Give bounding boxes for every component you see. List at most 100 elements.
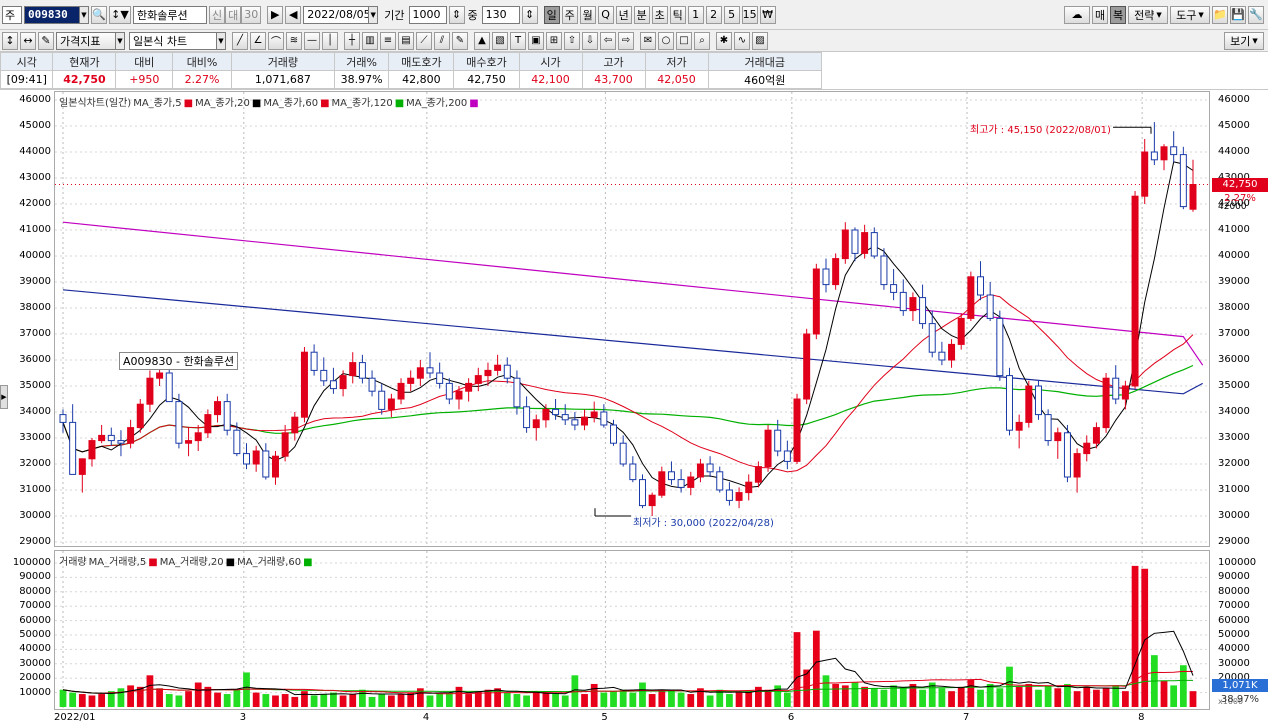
mid-spinner-icon[interactable]: ⇕ bbox=[521, 5, 538, 24]
candle-body bbox=[368, 377, 376, 392]
tools-button[interactable]: 도구 ▼ bbox=[1170, 5, 1210, 24]
volume-chart[interactable]: 거래량 MA_거래량,5 ■ MA_거래량,20 ■ MA_거래량,60 ■ bbox=[54, 550, 1210, 710]
interval-2-button[interactable]: 월 bbox=[579, 5, 596, 24]
volume-bar bbox=[320, 694, 328, 707]
save-icon[interactable]: 💾 bbox=[1230, 5, 1246, 24]
up-arrow-tool-icon[interactable]: ⇧ bbox=[564, 31, 580, 50]
circle-tool-icon[interactable]: ○ bbox=[658, 31, 674, 50]
zoom-tool-icon[interactable]: ⊞ bbox=[546, 31, 562, 50]
sort-icon[interactable]: ↕▼ bbox=[109, 5, 131, 24]
interval-8-button[interactable]: 1 bbox=[687, 5, 704, 24]
date-input[interactable]: 2022/08/05 bbox=[303, 5, 371, 24]
interval-10-button[interactable]: 5 bbox=[723, 5, 740, 24]
folder-icon[interactable]: 📁 bbox=[1212, 5, 1228, 24]
cloud-icon[interactable]: ☁ bbox=[1064, 5, 1090, 24]
grid-tool-icon[interactable]: ▥ bbox=[362, 31, 378, 50]
text-tool-icon[interactable]: T bbox=[510, 31, 526, 50]
tools-dropdown-icon: ▼ bbox=[1198, 10, 1204, 19]
wave-tool-icon[interactable]: ∿ bbox=[734, 31, 750, 50]
stock-code-input[interactable]: 009830 bbox=[24, 5, 80, 24]
delete-tool-icon[interactable]: ▨ bbox=[752, 31, 768, 50]
quote-header-1: 현재가 bbox=[52, 52, 117, 71]
hline-tool-icon[interactable]: — bbox=[304, 31, 320, 50]
code-dropdown[interactable]: ▼ bbox=[79, 5, 89, 24]
btn-bok[interactable]: 복 bbox=[1110, 5, 1126, 24]
period-input[interactable]: 1000 bbox=[408, 5, 447, 24]
settings-tool-icon[interactable]: ✱ bbox=[716, 31, 732, 50]
legend-marker: ■ bbox=[320, 98, 330, 109]
interval-9-button[interactable]: 2 bbox=[705, 5, 722, 24]
candle-body bbox=[957, 317, 965, 345]
arrow-updown-icon[interactable]: ↕ bbox=[2, 31, 18, 50]
search-icon[interactable]: 🔍 bbox=[91, 5, 107, 24]
pencil-tool-icon[interactable]: ✎ bbox=[452, 31, 468, 50]
vol-right-tick-4: 60000 bbox=[1218, 614, 1250, 626]
down-arrow-tool-icon[interactable]: ⇩ bbox=[582, 31, 598, 50]
play-back-icon[interactable]: ◀ bbox=[285, 5, 302, 24]
price-left-tick-16: 30000 bbox=[19, 510, 51, 521]
volume-bar bbox=[812, 630, 820, 707]
left-arrow-tool-icon[interactable]: ⇦ bbox=[600, 31, 616, 50]
parallel-tool-icon[interactable]: ⫽ bbox=[434, 31, 450, 50]
strategy-button[interactable]: 전략 ▼ bbox=[1128, 5, 1168, 24]
won-icon[interactable]: ₩ bbox=[759, 5, 776, 24]
candle-body bbox=[1112, 377, 1120, 400]
market-field[interactable]: 주 bbox=[2, 5, 22, 24]
interval-11-button[interactable]: 15 bbox=[741, 5, 758, 24]
fan-tool-icon[interactable]: ≋ bbox=[286, 31, 302, 50]
candle-body bbox=[436, 372, 444, 384]
interval-4-button[interactable]: 년 bbox=[615, 5, 632, 24]
fill-tool-icon[interactable]: ▧ bbox=[492, 31, 508, 50]
price-left-tick-14: 32000 bbox=[19, 458, 51, 469]
view-button[interactable]: 보기 ▼ bbox=[1224, 31, 1264, 50]
magnify-tool-icon[interactable]: ⌕ bbox=[694, 31, 710, 50]
volume-legend-item-0: 거래량 bbox=[59, 557, 87, 568]
candle-body bbox=[1189, 184, 1197, 210]
candle-body bbox=[774, 429, 782, 452]
candle-body bbox=[793, 398, 801, 462]
btn-maemae[interactable]: 매 bbox=[1092, 5, 1108, 24]
right-arrow-tool-icon[interactable]: ⇨ bbox=[618, 31, 634, 50]
sidebar-toggle-icon[interactable]: ▶ bbox=[0, 385, 8, 409]
chart-type-dropdown[interactable]: ▼ bbox=[216, 31, 226, 50]
candle-body bbox=[1044, 414, 1052, 442]
period-spinner-icon[interactable]: ⇕ bbox=[448, 5, 465, 24]
indicator-dropdown[interactable]: ▼ bbox=[115, 31, 125, 50]
angle-tool-icon[interactable]: ∠ bbox=[250, 31, 266, 50]
date-dropdown[interactable]: ▼ bbox=[368, 5, 379, 24]
fibo-tool-icon[interactable]: ≡ bbox=[380, 31, 396, 50]
vline-tool-icon[interactable]: │ bbox=[322, 31, 338, 50]
interval-5-button[interactable]: 분 bbox=[633, 5, 650, 24]
interval-0-button[interactable]: 일 bbox=[543, 5, 560, 24]
arrow-leftright-icon[interactable]: ↔ bbox=[20, 31, 36, 50]
interval-3-button[interactable]: Q bbox=[597, 5, 614, 24]
line-tool-icon[interactable]: ╱ bbox=[232, 31, 248, 50]
interval-6-button[interactable]: 초 bbox=[651, 5, 668, 24]
note-tool-icon[interactable]: ✉ bbox=[640, 31, 656, 50]
edit-icon[interactable]: ✎ bbox=[38, 31, 54, 50]
play-forward-icon[interactable]: ▶ bbox=[267, 5, 284, 24]
volume-bar bbox=[948, 691, 955, 707]
curve-tool-icon[interactable]: ⌒ bbox=[268, 31, 284, 50]
chart-type-select[interactable]: 일본식 차트 bbox=[129, 31, 217, 50]
color-tool-icon[interactable]: ▲ bbox=[474, 31, 490, 50]
interval-1-button[interactable]: 주 bbox=[561, 5, 578, 24]
volume-bar bbox=[919, 689, 926, 707]
candle-body bbox=[725, 489, 733, 501]
channel-tool-icon[interactable]: ▤ bbox=[398, 31, 414, 50]
wrench-icon[interactable]: 🔧 bbox=[1248, 5, 1264, 24]
candle-body bbox=[948, 343, 956, 361]
interval-7-button[interactable]: 틱 bbox=[669, 5, 686, 24]
candle-body bbox=[880, 255, 888, 286]
price-chart[interactable]: 일본식차트(일간) MA_종가,5 ■ MA_종가,20 ■ MA_종가,60 ■ MA_종가… bbox=[54, 91, 1210, 547]
volume-bar bbox=[1131, 565, 1139, 707]
price-right-tick-6: 40000 bbox=[1218, 250, 1250, 261]
box-tool-icon[interactable]: ▣ bbox=[528, 31, 544, 50]
vol-left-tick-4: 60000 bbox=[19, 614, 51, 626]
trend-tool-icon[interactable]: ⟋ bbox=[416, 31, 432, 50]
cross-tool-icon[interactable]: ┼ bbox=[344, 31, 360, 50]
rect-tool-icon[interactable]: □ bbox=[676, 31, 692, 50]
period-label: 기간 bbox=[384, 8, 405, 22]
indicator-select[interactable]: 가격지표 bbox=[56, 31, 116, 50]
mid-input[interactable]: 130 bbox=[481, 5, 520, 24]
